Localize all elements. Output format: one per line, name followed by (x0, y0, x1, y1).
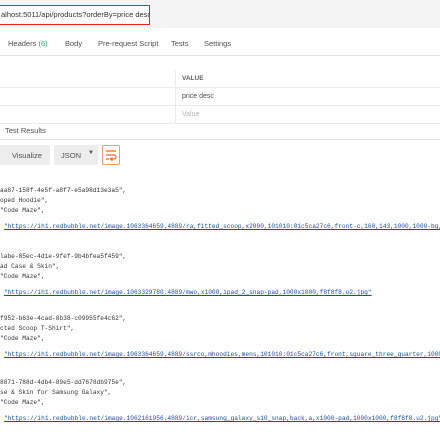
wrap-lines-icon (106, 150, 117, 162)
test-results-tab[interactable]: Test Results (0, 120, 440, 140)
request-tabs: Headers (6) Body Pre-request Script Test… (0, 30, 440, 56)
response-item: labe-85ec-4d1e-9fef-9b4bfea5f459", ad Ca… (0, 248, 440, 296)
tab-prerequest-script[interactable]: Pre-request Script (98, 39, 158, 48)
tab-body[interactable]: Body (65, 39, 82, 48)
url-bar: alhost:5011/api/products?orderBy=price d… (0, 0, 440, 28)
response-id-line: f952-b63e-4cad-8b38-c09955fe4c62", (0, 315, 127, 322)
response-image-url[interactable]: "https://ih1.redbubble.net/image.1062161… (4, 414, 440, 423)
response-author-line: "Code Maze", (0, 399, 45, 406)
tab-headers-count: (6) (38, 39, 48, 48)
tab-headers[interactable]: Headers (6) (8, 39, 48, 48)
test-results-label: Test Results (5, 126, 46, 135)
response-image-url[interactable]: "https://ih1.redbubble.net/image.1063364… (4, 222, 440, 231)
response-name-line: se & Skin for Samsung Galaxy", (0, 389, 112, 396)
wrap-lines-button[interactable] (102, 145, 120, 165)
response-image-url[interactable]: "https://ih1.redbubble.net/image.1063329… (4, 288, 372, 297)
param-value-field[interactable]: price desc (175, 88, 214, 105)
response-author-line: "Code Maze", (0, 273, 45, 280)
response-body: aa87-158f-4e5f-a8f7-e5a98d13e3a5", oped … (0, 182, 440, 440)
response-author-line: "Code Maze", (0, 207, 45, 214)
chevron-down-icon: ▼ (88, 150, 94, 156)
response-item: 8871-788d-4db4-89e5-dd7678db975e", se & … (0, 374, 440, 422)
request-url-input[interactable]: alhost:5011/api/products?orderBy=price d… (0, 5, 150, 25)
value-column-header: VALUE (175, 70, 204, 87)
tab-tests[interactable]: Tests (171, 39, 189, 48)
response-toolbar: Visualize JSON ▼ (0, 145, 440, 169)
response-id-line: 8871-788d-4db4-89e5-dd7678db975e", (0, 379, 127, 386)
params-header-row: VALUE (0, 70, 440, 88)
tab-settings[interactable]: Settings (204, 39, 231, 48)
response-item: aa87-158f-4e5f-a8f7-e5a98d13e3a5", oped … (0, 182, 440, 230)
response-name-line: cted Scoop T-Shirt", (0, 325, 75, 332)
tab-headers-label: Headers (8, 39, 37, 48)
response-name-line: ad Case & Skin", (0, 263, 60, 270)
response-id-line: aa87-158f-4e5f-a8f7-e5a98d13e3a5", (0, 187, 127, 194)
response-image-url[interactable]: "https://ih1.redbubble.net/image.1063364… (4, 350, 440, 359)
response-id-line: labe-85ec-4d1e-9fef-9b4bfea5f459", (0, 253, 127, 260)
response-item: f952-b63e-4cad-8b38-c09955fe4c62", cted … (0, 310, 440, 358)
response-name-line: oped Hoodie", (0, 197, 49, 204)
format-select[interactable]: JSON ▼ (54, 145, 98, 165)
visualize-label: Visualize (12, 151, 42, 160)
params-row: price desc (0, 88, 440, 106)
response-author-line: "Code Maze", (0, 335, 45, 342)
format-label: JSON (61, 151, 82, 160)
visualize-button[interactable]: Visualize (0, 145, 50, 165)
